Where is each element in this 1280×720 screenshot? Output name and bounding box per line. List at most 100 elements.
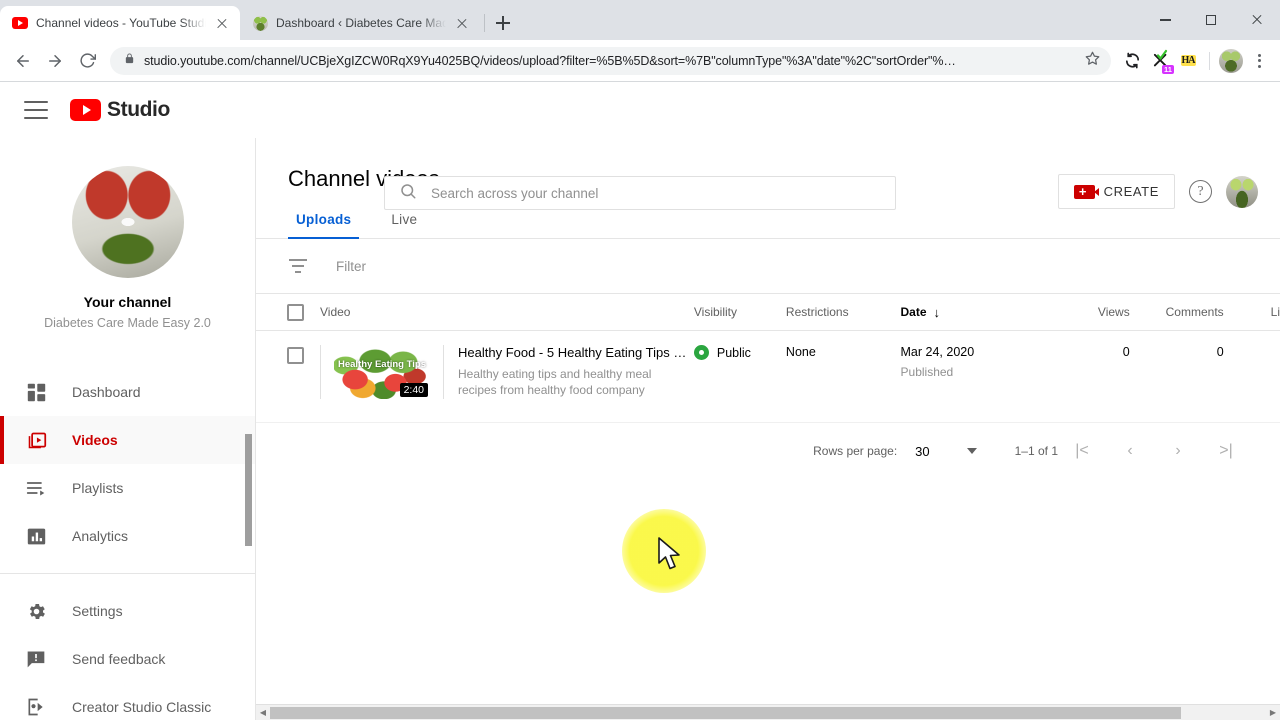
comments-cell: 0 [1216, 345, 1224, 359]
kebab-menu-icon[interactable] [1246, 53, 1272, 68]
video-cell[interactable]: Healthy Eating Tips 2:40 Healthy Food - … [320, 345, 694, 399]
visibility-label: Public [716, 345, 751, 360]
scroll-right-icon[interactable]: ▶ [1266, 708, 1280, 717]
row-checkbox[interactable] [256, 345, 320, 364]
column-header-comments[interactable]: Comments [1130, 305, 1224, 319]
ha-extension-icon[interactable]: HA [1175, 48, 1201, 74]
scrollbar-thumb[interactable] [270, 706, 1182, 719]
views-cell: 0 [1122, 345, 1130, 359]
address-bar[interactable]: studio.youtube.com/channel/UCBjeXgIZCW0R… [110, 46, 1111, 75]
next-page-button[interactable]: › [1154, 442, 1202, 460]
select-all-checkbox[interactable] [256, 303, 320, 321]
sidebar-item-playlists[interactable]: Playlists [0, 464, 255, 512]
sync-refresh-icon[interactable] [1119, 48, 1145, 74]
table-header: Video Visibility Restrictions Date ↓ Vie… [256, 293, 1280, 331]
url-text: studio.youtube.com/channel/UCBjeXgIZCW0R… [144, 53, 956, 68]
minimize-button[interactable] [1142, 0, 1188, 40]
close-window-button[interactable] [1234, 0, 1280, 40]
user-avatar[interactable] [1226, 175, 1258, 208]
sidebar-scrollbar[interactable] [245, 434, 252, 546]
video-divider [443, 345, 444, 399]
date-status: Published [900, 365, 954, 379]
reload-button[interactable] [72, 46, 102, 76]
sidebar-item-settings[interactable]: Settings [0, 587, 255, 635]
first-page-button[interactable]: |< [1058, 442, 1106, 460]
search-icon [399, 182, 417, 205]
feedback-icon [24, 647, 48, 671]
sidebar-item-label: Videos [72, 432, 118, 448]
star-icon[interactable] [1085, 51, 1101, 71]
help-circle-icon[interactable]: ? [1189, 180, 1212, 203]
studio-header: Studio [0, 82, 1280, 138]
browser-tab-1[interactable]: Channel videos - YouTube Studio [0, 6, 240, 40]
filter-bar[interactable]: Filter [256, 239, 1280, 293]
date-cell: Mar 24, 2020 Published [901, 345, 1059, 379]
tab-label: Live [391, 212, 418, 227]
rows-per-page-label: Rows per page: [813, 444, 898, 458]
horizontal-scrollbar[interactable]: ◀ ▶ [256, 704, 1280, 720]
date-value: Mar 24, 2020 [900, 345, 975, 359]
tab-title: Dashboard ‹ Diabetes Care Made [276, 16, 446, 30]
sidebar-item-label: Send feedback [72, 651, 166, 667]
video-description: Healthy eating tips and healthy meal rec… [458, 367, 652, 397]
close-icon[interactable] [454, 15, 470, 31]
tab-uploads[interactable]: Uploads [288, 212, 360, 239]
new-tab-button[interactable] [489, 9, 517, 37]
sidebar-item-label: Playlists [72, 480, 124, 496]
column-header-video[interactable]: Video [320, 305, 694, 319]
sidebar-item-dashboard[interactable]: Dashboard [0, 368, 255, 416]
studio-logo-text: Studio [107, 98, 170, 121]
table-row[interactable]: Healthy Eating Tips 2:40 Healthy Food - … [256, 331, 1280, 423]
tab-strip: Channel videos - YouTube Studio Dashboar… [0, 0, 1280, 40]
tab-live[interactable]: Live [383, 212, 425, 239]
sidebar-item-videos[interactable]: Videos [0, 416, 255, 464]
sidebar-item-creator-studio-classic[interactable]: Creator Studio Classic [0, 683, 255, 720]
back-button[interactable] [8, 46, 38, 76]
page-range: 1–1 of 1 [1014, 444, 1058, 458]
toolbar-divider [1209, 51, 1210, 70]
column-header-date-label: Date [900, 305, 927, 319]
search-placeholder: Search across your channel [431, 185, 599, 201]
forward-button[interactable] [40, 46, 70, 76]
column-header-views[interactable]: Views [1058, 305, 1130, 319]
hamburger-menu-icon[interactable] [24, 101, 48, 119]
pagination: Rows per page: 30 1–1 of 1 |< ‹ › >| [256, 423, 1280, 479]
search-input[interactable]: Search across your channel [384, 176, 896, 210]
previous-page-button[interactable]: ‹ [1106, 442, 1154, 460]
browser-window: Channel videos - YouTube Studio Dashboar… [0, 0, 1280, 720]
create-button-label: CREATE [1103, 184, 1159, 199]
scrollbar-track[interactable] [270, 705, 1266, 720]
video-camera-plus-icon [1073, 184, 1099, 199]
video-thumbnail[interactable]: Healthy Eating Tips 2:40 [334, 345, 430, 399]
chevron-down-icon[interactable] [966, 448, 977, 454]
video-title[interactable]: Healthy Food - 5 Healthy Eating Tips N… [458, 345, 688, 360]
column-header-visibility[interactable]: Visibility [694, 305, 786, 319]
main-content: Channel videos Uploads Live Filter Video… [256, 138, 1280, 720]
thumbnail-divider [320, 345, 321, 399]
close-icon[interactable] [214, 15, 230, 31]
last-page-button[interactable]: >| [1202, 442, 1250, 460]
rows-per-page-value[interactable]: 30 [915, 444, 929, 459]
column-header-date[interactable]: Date ↓ [901, 305, 1059, 320]
youtube-icon [70, 99, 101, 121]
arrow-down-icon: ↓ [933, 304, 941, 320]
studio-logo[interactable]: Studio [70, 98, 170, 122]
avatar[interactable] [1218, 48, 1244, 74]
filter-icon [288, 259, 308, 273]
sidebar-item-analytics[interactable]: Analytics [0, 512, 255, 560]
green-check-icon[interactable]: 11 [1147, 48, 1174, 74]
dashboard-grid-icon [24, 380, 48, 404]
create-button[interactable]: CREATE [1057, 174, 1175, 209]
sidebar-item-send-feedback[interactable]: Send feedback [0, 635, 255, 683]
channel-avatar [71, 166, 184, 278]
sidebar-channel-block[interactable]: Your channel Diabetes Care Made Easy 2.0 [0, 138, 255, 340]
content-tabs: Uploads Live [256, 212, 1280, 239]
maximize-button[interactable] [1188, 0, 1234, 40]
column-header-likes[interactable]: Li [1224, 305, 1280, 319]
visibility-cell[interactable]: Public [693, 345, 786, 360]
window-controls [1142, 0, 1280, 40]
column-header-restrictions[interactable]: Restrictions [786, 305, 901, 319]
your-channel-label: Your channel [83, 294, 172, 310]
scroll-left-icon[interactable]: ◀ [256, 708, 270, 717]
browser-tab-2[interactable]: Dashboard ‹ Diabetes Care Made [240, 6, 480, 40]
